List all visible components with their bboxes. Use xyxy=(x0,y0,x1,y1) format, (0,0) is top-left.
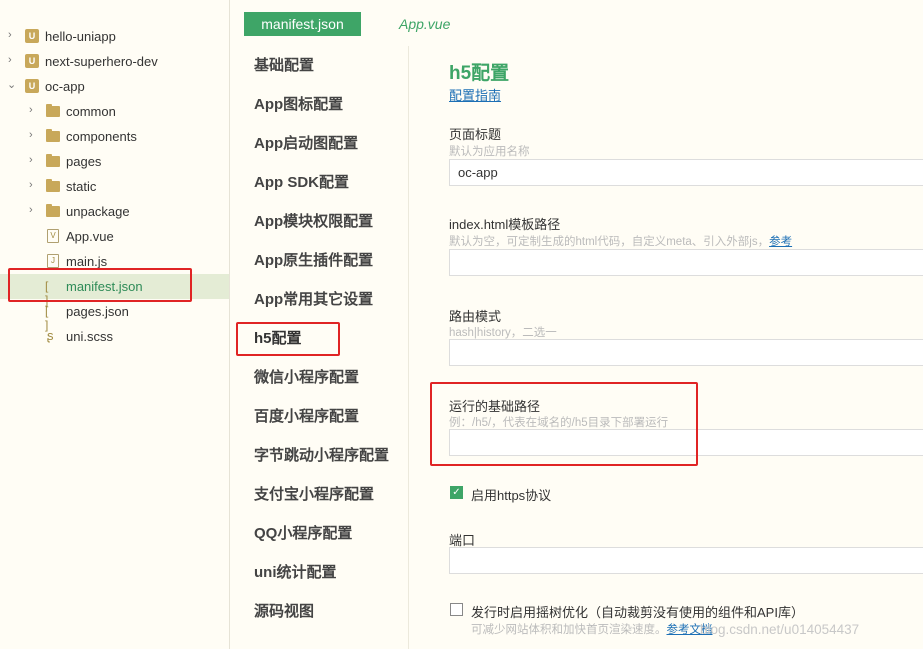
tree-item-label: oc-app xyxy=(45,79,85,94)
page-title-input[interactable] xyxy=(449,159,923,186)
tree-item-label: uni.scss xyxy=(66,329,113,344)
tree-item-label: main.js xyxy=(66,254,108,269)
base-path-label: 运行的基础路径 xyxy=(449,399,541,414)
folder-icon xyxy=(46,179,60,193)
project-icon: U xyxy=(25,79,39,93)
chevron-right-icon[interactable]: › xyxy=(29,129,39,141)
js-file-icon: J xyxy=(47,254,59,268)
tab-manifest-json[interactable]: manifest.json xyxy=(244,12,361,36)
divider xyxy=(408,46,409,649)
chevron-right-icon[interactable]: › xyxy=(8,29,18,41)
chevron-right-icon[interactable]: › xyxy=(29,154,39,166)
nav-weixin-mp-config[interactable]: 微信小程序配置 xyxy=(254,366,359,390)
tree-item-label: next-superhero-dev xyxy=(45,54,158,69)
treeshake-label: 发行时启用摇树优化（自动裁剪没有使用的组件和API库） xyxy=(471,605,804,620)
nav-qq-mp-config[interactable]: QQ小程序配置 xyxy=(254,522,352,546)
https-label: 启用https协议 xyxy=(471,488,552,503)
section-title: h5配置 xyxy=(449,63,510,84)
nav-app-splash-config[interactable]: App启动图配置 xyxy=(254,132,358,156)
treeshake-hint: 可减少网站体积和加快首页渲染速度。参考文档 xyxy=(471,621,713,637)
tree-item-manifest-json[interactable]: [ ] manifest.json xyxy=(0,274,229,307)
chevron-right-icon[interactable]: › xyxy=(29,179,39,191)
tree-item-pages[interactable]: › pages xyxy=(0,149,229,174)
vue-file-icon: V xyxy=(47,229,59,243)
tree-item-hello-uniapp[interactable]: › U hello-uniapp xyxy=(0,24,229,49)
tree-item-label: App.vue xyxy=(66,229,114,244)
nav-app-sdk-config[interactable]: App SDK配置 xyxy=(254,171,349,195)
nav-h5-config[interactable]: h5配置 xyxy=(254,327,302,351)
page-title-label: 页面标题 xyxy=(449,127,502,142)
tree-item-unpackage[interactable]: › unpackage xyxy=(0,199,229,224)
tree-item-next-superhero-dev[interactable]: › U next-superhero-dev xyxy=(0,49,229,74)
template-path-hint-text: 默认为空，可定制生成的html代码，自定义meta、引入外部js， xyxy=(449,236,770,248)
tree-item-label: components xyxy=(66,129,137,144)
config-guide-link[interactable]: 配置指南 xyxy=(449,85,501,104)
router-mode-hint: hash|history，二选一 xyxy=(449,327,557,339)
template-path-label: index.html模板路径 xyxy=(449,217,561,232)
folder-icon xyxy=(46,204,60,218)
tree-item-label: pages.json xyxy=(66,304,129,319)
tree-item-label: manifest.json xyxy=(66,279,143,294)
project-icon: U xyxy=(25,54,39,68)
tree-item-static[interactable]: › static xyxy=(0,174,229,199)
nav-alipay-mp-config[interactable]: 支付宝小程序配置 xyxy=(254,483,374,507)
tree-item-label: pages xyxy=(66,154,102,169)
folder-icon xyxy=(46,129,60,143)
https-checkbox[interactable]: ✓ xyxy=(450,486,463,499)
tree-item-components[interactable]: › components xyxy=(0,124,229,149)
chevron-right-icon[interactable]: › xyxy=(29,104,39,116)
tree-item-oc-app[interactable]: ⌄ U oc-app xyxy=(0,74,229,99)
nav-uni-stat-config[interactable]: uni统计配置 xyxy=(254,561,337,585)
tab-app-vue[interactable]: App.vue xyxy=(399,12,450,36)
tree-item-label: unpackage xyxy=(66,204,130,219)
folder-icon xyxy=(46,104,60,118)
tree-item-uni-scss[interactable]: ʂ uni.scss xyxy=(0,324,229,349)
port-input[interactable] xyxy=(449,547,923,574)
nav-toutiao-mp-config[interactable]: 字节跳动小程序配置 xyxy=(254,444,389,468)
tree-item-label: common xyxy=(66,104,116,119)
template-reference-link[interactable]: 参考 xyxy=(769,236,792,248)
scss-file-icon: ʂ xyxy=(47,328,54,343)
project-icon: U xyxy=(25,29,39,43)
chevron-down-icon[interactable]: ⌄ xyxy=(7,79,17,91)
nav-app-other-settings[interactable]: App常用其它设置 xyxy=(254,288,373,312)
treeshake-hint-text: 可减少网站体积和加快首页渲染速度。 xyxy=(471,624,667,636)
treeshake-checkbox[interactable] xyxy=(450,603,463,616)
watermark: blog.csdn.net/u014054437 xyxy=(700,622,860,637)
template-path-input[interactable] xyxy=(449,249,923,276)
nav-baidu-mp-config[interactable]: 百度小程序配置 xyxy=(254,405,359,429)
nav-app-module-permission-config[interactable]: App模块权限配置 xyxy=(254,210,373,234)
router-mode-input[interactable] xyxy=(449,339,923,366)
tree-item-pages-json[interactable]: [ ] pages.json xyxy=(0,299,229,332)
chevron-right-icon[interactable]: › xyxy=(29,204,39,216)
tree-item-label: static xyxy=(66,179,97,194)
file-tree: › U hello-uniapp › U next-superhero-dev … xyxy=(0,0,230,649)
base-path-hint: 例：/h5/，代表在域名的/h5目录下部署运行 xyxy=(449,417,669,429)
tree-item-common[interactable]: › common xyxy=(0,99,229,124)
folder-icon xyxy=(46,154,60,168)
template-path-hint: 默认为空，可定制生成的html代码，自定义meta、引入外部js，参考 xyxy=(449,233,792,249)
page-title-hint: 默认为应用名称 xyxy=(449,146,530,158)
tree-item-app-vue[interactable]: V App.vue xyxy=(0,224,229,249)
nav-basic-config[interactable]: 基础配置 xyxy=(254,54,314,78)
router-mode-label: 路由模式 xyxy=(449,309,502,324)
json-file-icon: [ ] xyxy=(45,304,51,332)
json-file-icon: [ ] xyxy=(45,279,51,307)
nav-app-icon-config[interactable]: App图标配置 xyxy=(254,93,343,117)
tree-item-label: hello-uniapp xyxy=(45,29,116,44)
nav-app-native-plugin-config[interactable]: App原生插件配置 xyxy=(254,249,373,273)
chevron-right-icon[interactable]: › xyxy=(8,54,18,66)
nav-source-view[interactable]: 源码视图 xyxy=(254,600,314,624)
tree-item-main-js[interactable]: J main.js xyxy=(0,249,229,274)
base-path-input[interactable] xyxy=(449,429,923,456)
